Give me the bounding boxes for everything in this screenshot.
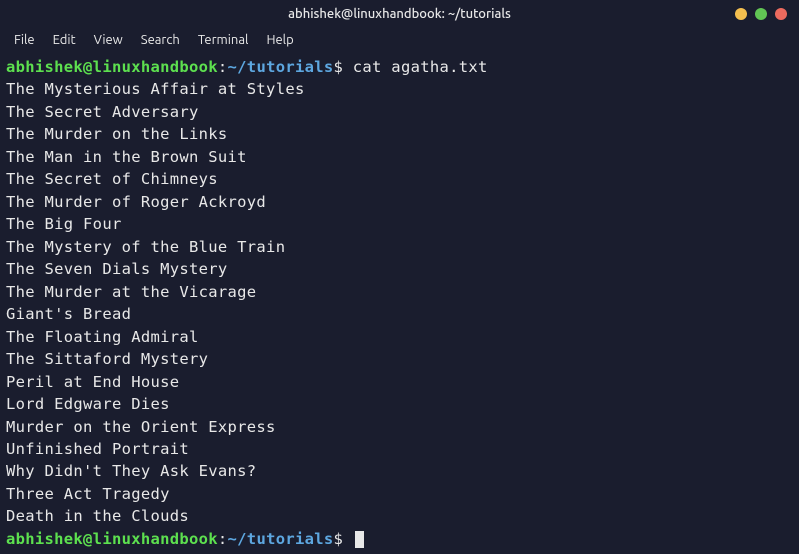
prompt-symbol: $	[334, 530, 344, 548]
cursor	[355, 531, 364, 548]
menu-file[interactable]: File	[6, 31, 43, 49]
output-line: The Big Four	[6, 213, 793, 235]
output-line: The Seven Dials Mystery	[6, 258, 793, 280]
output-line: Three Act Tragedy	[6, 483, 793, 505]
prompt-line-2: abhishek@linuxhandbook:~/tutorials$	[6, 528, 793, 550]
maximize-button[interactable]	[755, 8, 767, 20]
menubar: File Edit View Search Terminal Help	[0, 28, 799, 52]
output-line: The Secret Adversary	[6, 101, 793, 123]
output-line: Peril at End House	[6, 371, 793, 393]
prompt-user-host: abhishek@linuxhandbook	[6, 58, 218, 76]
output-container: The Mysterious Affair at StylesThe Secre…	[6, 78, 793, 527]
output-line: Unfinished Portrait	[6, 438, 793, 460]
menu-view[interactable]: View	[86, 31, 131, 49]
menu-terminal[interactable]: Terminal	[190, 31, 257, 49]
window-controls	[735, 8, 787, 20]
prompt-user-host: abhishek@linuxhandbook	[6, 530, 218, 548]
minimize-button[interactable]	[735, 8, 747, 20]
output-line: Death in the Clouds	[6, 505, 793, 527]
output-line: The Mysterious Affair at Styles	[6, 78, 793, 100]
output-line: The Floating Admiral	[6, 326, 793, 348]
output-line: Lord Edgware Dies	[6, 393, 793, 415]
prompt-colon: :	[218, 530, 228, 548]
output-line: The Murder of Roger Ackroyd	[6, 191, 793, 213]
output-line: The Murder on the Links	[6, 123, 793, 145]
prompt-colon: :	[218, 58, 228, 76]
prompt-path: ~/tutorials	[228, 58, 334, 76]
prompt-symbol: $	[334, 58, 344, 76]
window-title: abhishek@linuxhandbook: ~/tutorials	[288, 7, 511, 21]
output-line: Why Didn't They Ask Evans?	[6, 460, 793, 482]
command-text: cat agatha.txt	[353, 58, 488, 76]
titlebar: abhishek@linuxhandbook: ~/tutorials	[0, 0, 799, 28]
output-line: The Sittaford Mystery	[6, 348, 793, 370]
output-line: Giant's Bread	[6, 303, 793, 325]
output-line: The Murder at the Vicarage	[6, 281, 793, 303]
menu-search[interactable]: Search	[133, 31, 188, 49]
prompt-line-1: abhishek@linuxhandbook:~/tutorials$ cat …	[6, 56, 793, 78]
output-line: The Man in the Brown Suit	[6, 146, 793, 168]
output-line: The Mystery of the Blue Train	[6, 236, 793, 258]
terminal-area[interactable]: abhishek@linuxhandbook:~/tutorials$ cat …	[0, 52, 799, 554]
close-button[interactable]	[775, 8, 787, 20]
prompt-path: ~/tutorials	[228, 530, 334, 548]
menu-edit[interactable]: Edit	[45, 31, 84, 49]
output-line: The Secret of Chimneys	[6, 168, 793, 190]
menu-help[interactable]: Help	[258, 31, 301, 49]
output-line: Murder on the Orient Express	[6, 416, 793, 438]
